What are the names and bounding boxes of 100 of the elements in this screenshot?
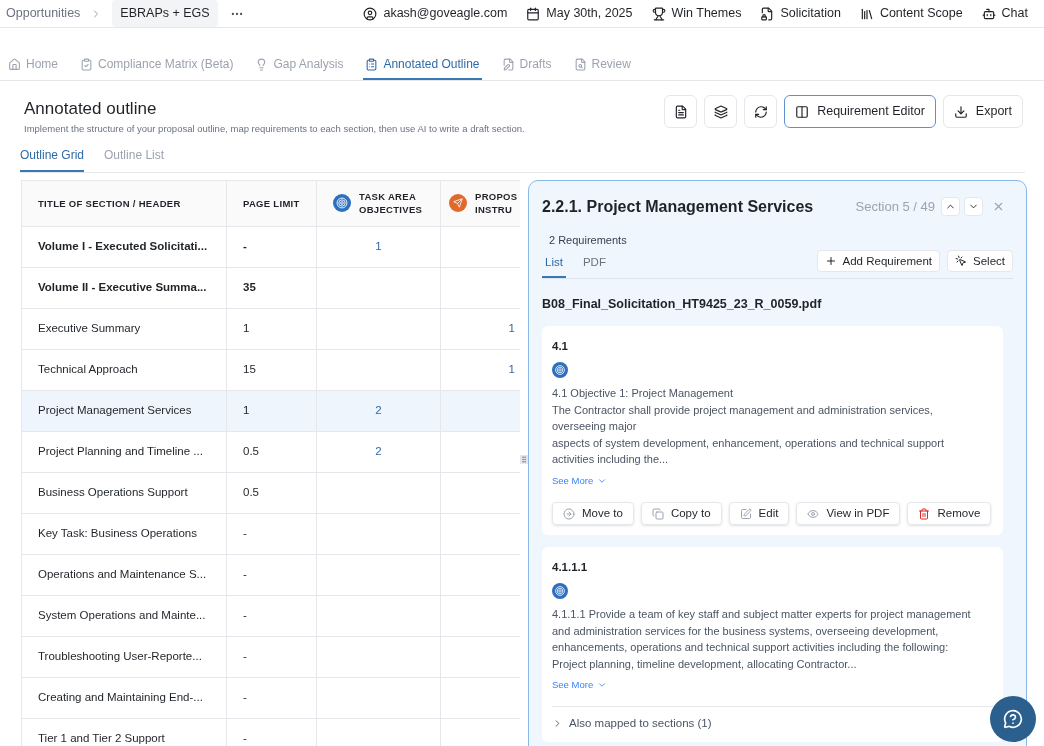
panel-tab[interactable]: List (542, 254, 566, 279)
card-action-button[interactable]: Copy to (640, 502, 722, 525)
section-title: Operations and Maintenance S... (38, 567, 207, 583)
target-icon (333, 194, 351, 213)
card-action-button[interactable]: Edit (728, 502, 790, 525)
trash-icon (918, 507, 931, 520)
send-icon (449, 194, 467, 213)
file-name: B08_Final_Solicitation_HT9425_23_R_0059.pdf (542, 296, 823, 314)
column-header: TASK AREA OBJECTIVES (317, 180, 441, 226)
icon-button[interactable] (744, 95, 778, 128)
page-limit: - (243, 690, 247, 706)
icon-button[interactable] (704, 95, 738, 128)
requirement-number: 4.1 (552, 339, 569, 354)
header-link[interactable]: May 30th, 2025 (526, 4, 633, 23)
target-icon (552, 362, 568, 379)
page-limit: 1 (243, 321, 250, 337)
toolbar-button[interactable]: Export (942, 95, 1023, 128)
resize-handle-icon[interactable] (520, 455, 528, 465)
section-title: Key Task: Business Operations (38, 526, 197, 542)
arrow-circle-icon (563, 507, 575, 520)
section-title: Business Operations Support (38, 485, 188, 501)
section-title: Troubleshooting User-Reporte... (38, 649, 202, 665)
page-limit: 1 (243, 403, 250, 419)
page-limit: - (243, 239, 247, 255)
page-limit: - (243, 567, 247, 583)
section-title: Tier 1 and Tier 2 Support (38, 731, 165, 746)
trophy-icon (651, 6, 666, 21)
panel-title: 2.2.1. Project Management Services (542, 196, 814, 217)
breadcrumb-current[interactable]: EBRAPs + EGS (112, 0, 218, 27)
column-header: PAGE LIMIT (227, 180, 317, 226)
table-row[interactable]: Volume II - Executive Summa... 35 (22, 267, 520, 309)
calendar-icon (526, 6, 541, 21)
header-link[interactable]: Solicitation (760, 4, 841, 23)
table-row[interactable]: System Operations and Mainte... - (22, 595, 520, 637)
columns-icon (795, 104, 810, 119)
section-title: Project Management Services (38, 403, 192, 419)
page-description: Implement the structure of your proposal outline, map requirements to each section, then use AI to write a draft section. (24, 121, 525, 136)
see-more-link[interactable]: See More (552, 678, 608, 693)
header-link[interactable]: akash@goveagle.com (363, 4, 508, 23)
requirement-text: 4.1 Objective 1: Project Management The Contractor shall provide project management and administration services, overseeing major aspects of system development, enhancement, operations and technical support activities including the... (552, 386, 945, 468)
file-pen-icon (501, 57, 515, 71)
page-limit: 0.5 (243, 444, 259, 460)
page-limit: 35 (243, 280, 256, 296)
table-row[interactable]: Project Management Services 1 2 (22, 390, 520, 432)
table-row[interactable]: Key Task: Business Operations - (22, 513, 520, 555)
file-icon (760, 6, 775, 21)
pointer-icon (955, 255, 968, 268)
requirement-number: 4.1.1.1 (552, 560, 589, 575)
copy-icon (651, 507, 664, 520)
requirement-text: 4.1.1.1 Provide a team of key staff and subject matter experts for project management and administration services for the business systems, overseeing development, enhancements, operations and technical support activities including the following: Project planning, timeline development, allocating Contractor... (552, 607, 972, 672)
objective-count[interactable]: 1 (375, 238, 382, 256)
panel-action-button[interactable]: Add Requirement (816, 250, 941, 273)
table-row[interactable]: Volume I - Executed Solicitati... - 1 (22, 226, 520, 268)
objective-count[interactable]: 2 (375, 402, 382, 420)
page-title: Annotated outline (24, 98, 158, 120)
table-row[interactable]: Troubleshooting User-Reporte... - (22, 636, 520, 678)
page-limit: 0.5 (243, 485, 259, 501)
toolbar-button[interactable]: Requirement Editor (784, 95, 936, 128)
page-limit: - (243, 731, 247, 746)
view-tab[interactable]: Outline Grid (20, 145, 85, 172)
layers-icon (713, 104, 728, 119)
page-limit: - (243, 649, 247, 665)
see-more-link[interactable]: See More (552, 473, 608, 488)
table-row[interactable]: Technical Approach 15 1 (22, 349, 520, 391)
column-header: PROPOS INSTRU (441, 180, 520, 226)
table-row[interactable]: Project Planning and Timeline ... 0.5 2 (22, 431, 520, 473)
target-icon (552, 583, 568, 600)
table-row[interactable]: Creating and Maintaining End-... - (22, 677, 520, 719)
section-title: Creating and Maintaining End-... (38, 690, 203, 706)
header-link[interactable]: Win Themes (651, 4, 742, 23)
nav-tab[interactable]: Annotated Outline (363, 50, 482, 80)
eye-icon (807, 507, 820, 520)
objective-count[interactable]: 2 (375, 443, 382, 461)
header-link[interactable]: Content Scope (859, 4, 963, 23)
card-action-button[interactable]: Move to (552, 502, 634, 525)
header-link[interactable]: Chat (981, 4, 1028, 23)
also-mapped-toggle[interactable]: Also mapped to sections (1) (552, 705, 993, 732)
panel-action-button[interactable]: Select (947, 250, 1013, 273)
panel-tab[interactable]: PDF (579, 254, 609, 279)
instruction-count[interactable]: 1 (508, 320, 515, 338)
column-header: TITLE OF SECTION / HEADER (22, 180, 227, 226)
books-icon (859, 6, 874, 21)
robot-icon (981, 6, 996, 21)
section-title: System Operations and Mainte... (38, 608, 206, 624)
section-counter: Section 5 / 49 (855, 198, 935, 216)
refresh-icon (753, 104, 768, 119)
breadcrumb-link[interactable]: Opportunities (6, 4, 81, 23)
page-limit: 15 (243, 362, 256, 378)
section-title: Volume I - Executed Solicitati... (38, 239, 208, 255)
clipboard-icon (365, 57, 379, 71)
card-action-button[interactable]: View in PDF (796, 502, 901, 525)
table-row[interactable]: Operations and Maintenance S... - (22, 554, 520, 596)
instruction-count[interactable]: 1 (508, 361, 515, 379)
card-action-button[interactable]: Remove (907, 502, 992, 525)
icon-button[interactable] (664, 95, 698, 128)
section-title: Project Planning and Timeline ... (38, 444, 203, 460)
document-icon (673, 104, 688, 119)
table-row[interactable]: Business Operations Support 0.5 (22, 472, 520, 514)
table-row[interactable]: Executive Summary 1 1 (22, 308, 520, 350)
user-icon (363, 6, 378, 21)
